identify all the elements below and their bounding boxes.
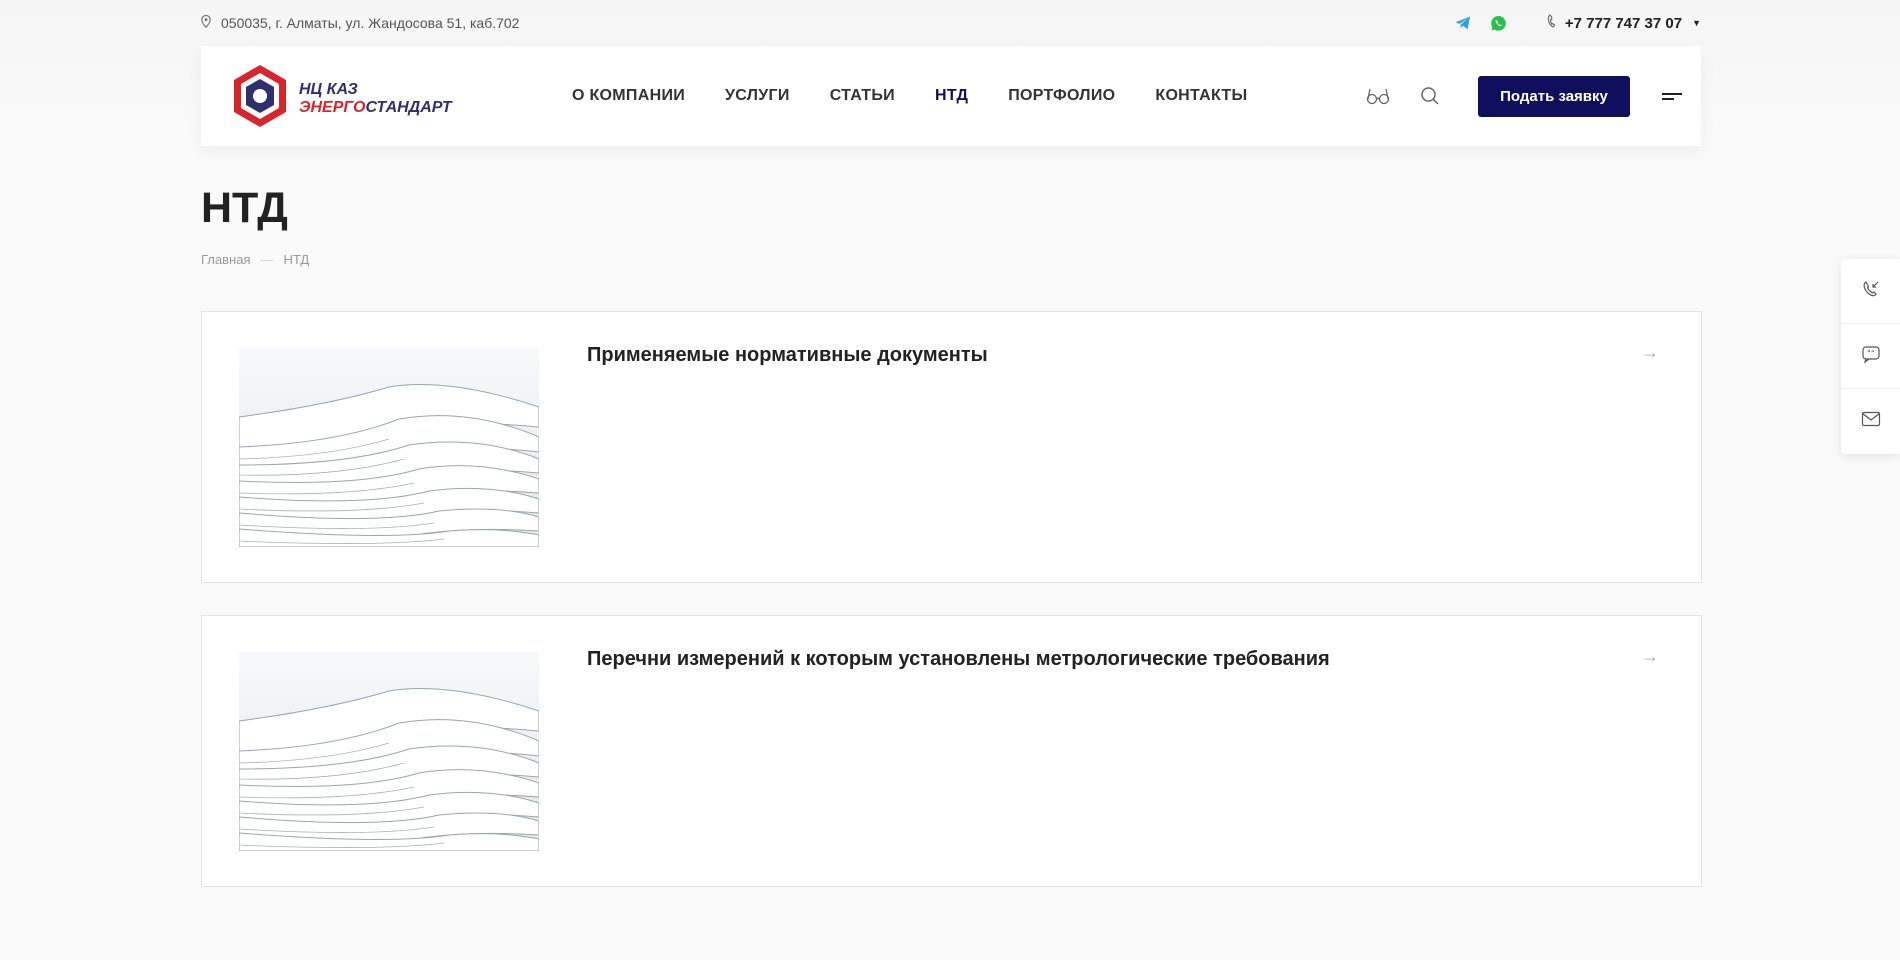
card-title[interactable]: Применяемые нормативные документы — [587, 344, 988, 367]
arrow-right-icon[interactable]: → — [1641, 342, 1659, 363]
breadcrumb: Главная — НТД — [201, 252, 309, 267]
paper-stack-image — [239, 347, 539, 547]
page-title: НТД — [201, 184, 288, 232]
menu-icon[interactable] — [1662, 90, 1682, 103]
chat-bubble-icon: " " — [1861, 344, 1881, 369]
mail-icon — [1861, 411, 1881, 432]
document-card[interactable]: Перечни измерений к которым установлены … — [201, 615, 1702, 887]
breadcrumb-current: НТД — [283, 252, 310, 267]
address-block: 050035, г. Алматы, ул. Жандосова 51, каб… — [201, 14, 520, 31]
nav-item-articles[interactable]: СТАТЬИ — [830, 87, 895, 105]
location-pin-icon — [201, 14, 211, 31]
arrow-right-icon[interactable]: → — [1641, 646, 1659, 667]
breadcrumb-home[interactable]: Главная — [201, 252, 250, 267]
nav-item-about[interactable]: О КОМПАНИИ — [572, 87, 685, 105]
email-button[interactable] — [1841, 389, 1900, 454]
nav-item-services[interactable]: УСЛУГИ — [725, 87, 790, 105]
card-title[interactable]: Перечни измерений к которым установлены … — [587, 648, 1330, 671]
nav-item-ntd[interactable]: НТД — [935, 87, 968, 105]
question-button[interactable]: " " — [1841, 324, 1900, 389]
phone-dropdown[interactable]: +7 777 747 37 07 ▼ — [1547, 14, 1701, 32]
svg-text:": " — [1871, 349, 1875, 358]
whatsapp-icon[interactable] — [1489, 13, 1509, 33]
logo[interactable]: НЦ КАЗ ЭНЕРГОСТАНДАРТ — [231, 63, 452, 134]
paper-stack-image — [239, 651, 539, 851]
glasses-icon[interactable] — [1364, 82, 1392, 110]
address-text: 050035, г. Алматы, ул. Жандосова 51, каб… — [221, 15, 520, 31]
search-icon[interactable] — [1416, 82, 1444, 110]
logo-line1: НЦ КАЗ — [299, 80, 358, 98]
logo-line2-red: ЭНЕРГО — [299, 98, 366, 116]
top-bar: 050035, г. Алматы, ул. Жандосова 51, каб… — [201, 0, 1701, 46]
callback-button[interactable] — [1841, 259, 1900, 324]
side-contact-panel: " " — [1841, 259, 1900, 454]
phone-number: +7 777 747 37 07 — [1564, 14, 1683, 32]
document-card[interactable]: Применяемые нормативные документы → — [201, 311, 1702, 583]
phone-icon — [1547, 14, 1557, 32]
main-header: НЦ КАЗ ЭНЕРГОСТАНДАРТ О КОМПАНИИ УСЛУГИ … — [201, 46, 1701, 146]
submit-request-button[interactable]: Подать заявку — [1478, 75, 1630, 117]
breadcrumb-separator: — — [260, 252, 274, 267]
logo-hexagon-icon — [231, 63, 289, 134]
nav-item-contacts[interactable]: КОНТАКТЫ — [1155, 87, 1247, 105]
nav-item-portfolio[interactable]: ПОРТФОЛИО — [1008, 87, 1115, 105]
telegram-icon[interactable] — [1453, 13, 1473, 33]
logo-text: НЦ КАЗ ЭНЕРГОСТАНДАРТ — [299, 81, 452, 117]
main-nav: О КОМПАНИИ УСЛУГИ СТАТЬИ НТД ПОРТФОЛИО К… — [572, 46, 1247, 146]
chevron-down-icon: ▼ — [1692, 18, 1701, 28]
phone-callback-icon — [1861, 279, 1881, 304]
logo-line2-blue: СТАНДАРТ — [365, 98, 452, 116]
